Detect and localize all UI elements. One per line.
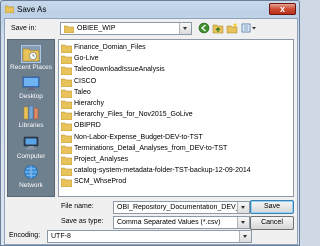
encoding-select[interactable]: UTF-8 <box>47 230 252 243</box>
dialog-title: Save As <box>17 5 47 14</box>
folder-icon <box>61 179 72 188</box>
folder-icon <box>61 167 72 177</box>
chevron-down-icon[interactable] <box>239 231 251 242</box>
computer-icon <box>23 136 39 150</box>
file-name-label: File name: <box>61 203 94 210</box>
list-item[interactable]: Go-Live <box>61 54 261 65</box>
desktop-icon <box>22 76 40 91</box>
place-label: Desktop <box>19 93 43 100</box>
list-item-label: OBIPRD <box>74 122 101 130</box>
network-icon <box>24 165 38 179</box>
place-label: Libraries <box>18 122 44 129</box>
list-item-label: catalog-system-metadata-folder-TST-backu… <box>74 167 251 175</box>
list-item[interactable]: Taleo <box>61 88 261 98</box>
list-item-label: Terminations_Detail_Analyses_from_DEV-to… <box>74 144 228 152</box>
list-item-label: TaleoDownloadIssueAnalysis <box>74 66 165 74</box>
list-item[interactable]: SCM_WhseProd <box>61 177 261 188</box>
place-network[interactable]: Network <box>8 164 54 189</box>
new-folder-icon[interactable] <box>226 22 238 34</box>
list-item[interactable]: Hierarchy_Files_for_Nov2015_GoLive <box>61 110 261 121</box>
file-name-value: OBI_Repository_Documentation_DEV_2017 07 <box>117 204 237 211</box>
list-item[interactable]: Hierarchy <box>61 99 261 109</box>
folder-icon <box>61 44 72 53</box>
list-item-label: Taleo <box>74 88 91 96</box>
encoding-label: Encoding: <box>9 232 41 239</box>
file-list[interactable]: Finance_Domian_Files Go-Live TaleoDownload… <box>58 39 294 197</box>
folder-icon <box>61 156 72 165</box>
save-type-value: Comma Separated Values (*.csv) <box>117 219 221 226</box>
close-button[interactable]: x <box>269 3 296 15</box>
list-item-label: SCM_WhseProd <box>74 178 127 186</box>
folder-icon <box>61 78 72 87</box>
folder-icon <box>61 55 72 65</box>
folder-icon <box>61 111 72 121</box>
place-computer[interactable]: Computer <box>8 135 54 160</box>
up-folder-icon[interactable] <box>212 22 224 34</box>
chevron-down-icon[interactable] <box>179 23 191 34</box>
list-item[interactable]: OBIPRD <box>61 121 261 132</box>
list-item-label: Non-Labor-Expense_Budget-DEV-to-TST <box>74 133 203 141</box>
list-item[interactable]: catalog-system-metadata-folder-TST-backu… <box>61 166 261 177</box>
file-name-input[interactable]: OBI_Repository_Documentation_DEV_2017 07 <box>113 201 250 214</box>
encoding-value: UTF-8 <box>51 233 71 240</box>
folder-icon <box>61 134 72 143</box>
places-bar: Recent Places Desktop Libraries Computer… <box>7 39 55 197</box>
close-icon: x <box>279 4 285 14</box>
dialog-body: Save in: OBIEE_WIP Recent Places Desktop… <box>4 18 298 245</box>
list-item-label: Hierarchy_Files_for_Nov2015_GoLive <box>74 111 193 119</box>
title-bar[interactable]: Save As x <box>1 1 299 18</box>
list-item[interactable]: Non-Labor-Expense_Budget-DEV-to-TST <box>61 133 261 143</box>
folder-icon <box>61 123 72 132</box>
list-item-label: Go-Live <box>74 55 99 63</box>
recent-places-icon <box>21 45 41 63</box>
place-recent-places[interactable]: Recent Places <box>8 45 54 71</box>
views-menu-icon[interactable] <box>241 22 257 34</box>
place-label: Network <box>19 182 43 189</box>
folder-icon <box>5 5 14 13</box>
list-item[interactable]: Project_Analyses <box>61 155 261 165</box>
list-item-label: Project_Analyses <box>74 156 129 163</box>
chevron-down-icon[interactable] <box>237 217 249 228</box>
place-desktop[interactable]: Desktop <box>8 75 54 100</box>
folder-icon <box>64 25 74 33</box>
save-in-label: Save in: <box>11 25 37 32</box>
back-icon[interactable] <box>198 22 210 34</box>
save-type-select[interactable]: Comma Separated Values (*.csv) <box>113 216 250 229</box>
list-item-label: Finance_Domian_Files <box>74 44 146 51</box>
list-item-label: Hierarchy <box>74 100 104 107</box>
folder-icon <box>61 145 72 154</box>
place-label: Recent Places <box>10 64 52 71</box>
chevron-down-icon[interactable] <box>237 202 249 213</box>
cancel-button[interactable]: Cancel <box>250 216 294 230</box>
folder-icon <box>61 89 72 98</box>
save-button[interactable]: Save <box>250 200 294 214</box>
folder-icon <box>61 100 72 109</box>
save-type-label: Save as type: <box>61 218 104 225</box>
list-item[interactable]: Finance_Domian_Files <box>61 43 261 53</box>
save-in-value: OBIEE_WIP <box>77 25 116 32</box>
list-item-label: CISCO <box>74 77 97 85</box>
place-libraries[interactable]: Libraries <box>8 104 54 129</box>
save-as-dialog: Save As x Save in: OBIEE_WIP Recent Plac… <box>0 0 300 246</box>
place-label: Computer <box>16 153 46 160</box>
libraries-icon <box>23 105 39 120</box>
list-item[interactable]: TaleoDownloadIssueAnalysis <box>61 65 261 76</box>
list-item[interactable]: CISCO <box>61 77 261 87</box>
save-in-dropdown[interactable]: OBIEE_WIP <box>60 22 192 35</box>
list-item[interactable]: Terminations_Detail_Analyses_from_DEV-to… <box>61 144 261 154</box>
folder-icon <box>61 67 72 76</box>
